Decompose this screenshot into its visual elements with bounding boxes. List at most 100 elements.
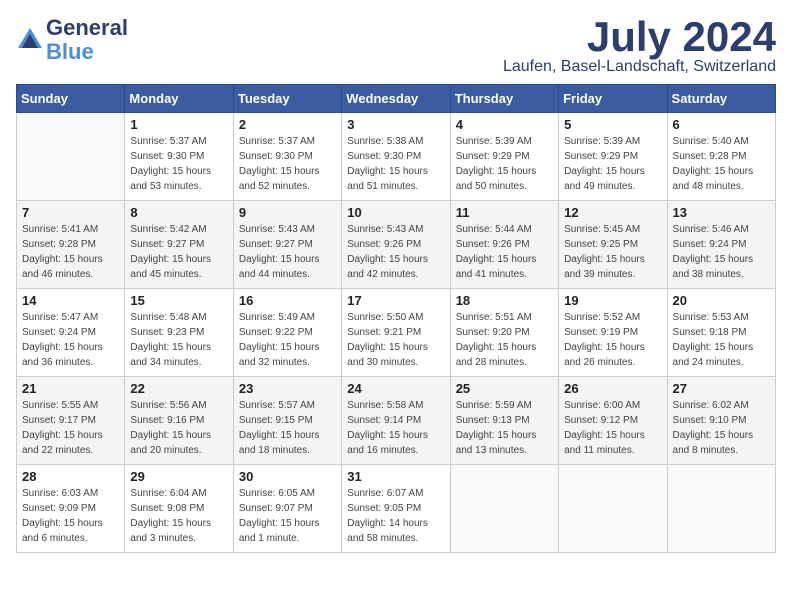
calendar-header-monday: Monday (125, 85, 233, 113)
calendar-header-wednesday: Wednesday (342, 85, 450, 113)
location-title: Laufen, Basel-Landschaft, Switzerland (503, 58, 776, 76)
day-info: Sunrise: 5:49 AM Sunset: 9:22 PM Dayligh… (239, 310, 336, 370)
day-number: 4 (456, 117, 553, 132)
calendar-cell (559, 465, 667, 553)
day-number: 8 (130, 205, 227, 220)
day-number: 28 (22, 469, 119, 484)
week-row-4: 21 Sunrise: 5:55 AM Sunset: 9:17 PM Dayli… (17, 377, 776, 465)
calendar-cell (667, 465, 775, 553)
logo: General Blue (16, 16, 128, 64)
day-info: Sunrise: 5:44 AM Sunset: 9:26 PM Dayligh… (456, 222, 553, 282)
day-info: Sunrise: 6:00 AM Sunset: 9:12 PM Dayligh… (564, 398, 661, 458)
calendar-header-saturday: Saturday (667, 85, 775, 113)
month-title: July 2024 (503, 16, 776, 58)
calendar-cell: 16 Sunrise: 5:49 AM Sunset: 9:22 PM Dayli… (233, 289, 341, 377)
week-row-3: 14 Sunrise: 5:47 AM Sunset: 9:24 PM Dayli… (17, 289, 776, 377)
calendar-cell: 4 Sunrise: 5:39 AM Sunset: 9:29 PM Daylig… (450, 113, 558, 201)
day-info: Sunrise: 6:04 AM Sunset: 9:08 PM Dayligh… (130, 486, 227, 546)
calendar-cell: 12Sunrise: 5:45 AM Sunset: 9:25 PM Dayli… (559, 201, 667, 289)
day-info: Sunrise: 6:05 AM Sunset: 9:07 PM Dayligh… (239, 486, 336, 546)
day-number: 1 (130, 117, 227, 132)
day-number: 19 (564, 293, 661, 308)
day-info: Sunrise: 5:41 AM Sunset: 9:28 PM Dayligh… (22, 222, 119, 282)
logo-blue-text: Blue (46, 39, 94, 64)
day-info: Sunrise: 6:07 AM Sunset: 9:05 PM Dayligh… (347, 486, 444, 546)
calendar-cell: 8Sunrise: 5:42 AM Sunset: 9:27 PM Daylig… (125, 201, 233, 289)
logo-icon (16, 26, 44, 54)
calendar-cell: 19 Sunrise: 5:52 AM Sunset: 9:19 PM Dayli… (559, 289, 667, 377)
day-info: Sunrise: 5:55 AM Sunset: 9:17 PM Dayligh… (22, 398, 119, 458)
calendar-cell: 29 Sunrise: 6:04 AM Sunset: 9:08 PM Dayli… (125, 465, 233, 553)
day-info: Sunrise: 5:59 AM Sunset: 9:13 PM Dayligh… (456, 398, 553, 458)
calendar-header-thursday: Thursday (450, 85, 558, 113)
day-number: 24 (347, 381, 444, 396)
calendar-cell: 1 Sunrise: 5:37 AM Sunset: 9:30 PM Daylig… (125, 113, 233, 201)
day-info: Sunrise: 5:43 AM Sunset: 9:27 PM Dayligh… (239, 222, 336, 282)
day-number: 2 (239, 117, 336, 132)
calendar-cell: 21 Sunrise: 5:55 AM Sunset: 9:17 PM Dayli… (17, 377, 125, 465)
calendar-header-row: SundayMondayTuesdayWednesdayThursdayFrid… (17, 85, 776, 113)
day-number: 13 (673, 205, 770, 220)
day-info: Sunrise: 5:40 AM Sunset: 9:28 PM Dayligh… (673, 134, 770, 194)
calendar-cell: 28 Sunrise: 6:03 AM Sunset: 9:09 PM Dayli… (17, 465, 125, 553)
day-info: Sunrise: 6:03 AM Sunset: 9:09 PM Dayligh… (22, 486, 119, 546)
day-info: Sunrise: 5:39 AM Sunset: 9:29 PM Dayligh… (564, 134, 661, 194)
day-number: 22 (130, 381, 227, 396)
logo-text: General Blue (46, 16, 128, 64)
day-info: Sunrise: 5:52 AM Sunset: 9:19 PM Dayligh… (564, 310, 661, 370)
calendar-header-friday: Friday (559, 85, 667, 113)
calendar-cell: 6 Sunrise: 5:40 AM Sunset: 9:28 PM Daylig… (667, 113, 775, 201)
day-info: Sunrise: 5:47 AM Sunset: 9:24 PM Dayligh… (22, 310, 119, 370)
calendar-cell: 25Sunrise: 5:59 AM Sunset: 9:13 PM Dayli… (450, 377, 558, 465)
calendar-cell: 22 Sunrise: 5:56 AM Sunset: 9:16 PM Dayli… (125, 377, 233, 465)
calendar-cell (450, 465, 558, 553)
day-number: 16 (239, 293, 336, 308)
day-number: 14 (22, 293, 119, 308)
page-header: General Blue July 2024 Laufen, Basel-Lan… (16, 16, 776, 76)
day-number: 15 (130, 293, 227, 308)
title-block: July 2024 Laufen, Basel-Landschaft, Swit… (503, 16, 776, 76)
day-info: Sunrise: 5:37 AM Sunset: 9:30 PM Dayligh… (239, 134, 336, 194)
calendar-cell: 13 Sunrise: 5:46 AM Sunset: 9:24 PM Dayli… (667, 201, 775, 289)
calendar-cell: 30 Sunrise: 6:05 AM Sunset: 9:07 PM Dayli… (233, 465, 341, 553)
calendar-cell: 23 Sunrise: 5:57 AM Sunset: 9:15 PM Dayli… (233, 377, 341, 465)
day-number: 27 (673, 381, 770, 396)
day-info: Sunrise: 5:57 AM Sunset: 9:15 PM Dayligh… (239, 398, 336, 458)
calendar-cell: 14 Sunrise: 5:47 AM Sunset: 9:24 PM Dayli… (17, 289, 125, 377)
day-info: Sunrise: 5:43 AM Sunset: 9:26 PM Dayligh… (347, 222, 444, 282)
calendar-cell: 31Sunrise: 6:07 AM Sunset: 9:05 PM Dayli… (342, 465, 450, 553)
calendar-cell: 5Sunrise: 5:39 AM Sunset: 9:29 PM Daylig… (559, 113, 667, 201)
day-number: 23 (239, 381, 336, 396)
day-number: 17 (347, 293, 444, 308)
day-number: 7 (22, 205, 119, 220)
calendar-cell: 9 Sunrise: 5:43 AM Sunset: 9:27 PM Daylig… (233, 201, 341, 289)
calendar-cell: 24Sunrise: 5:58 AM Sunset: 9:14 PM Dayli… (342, 377, 450, 465)
week-row-1: 1 Sunrise: 5:37 AM Sunset: 9:30 PM Daylig… (17, 113, 776, 201)
day-info: Sunrise: 5:37 AM Sunset: 9:30 PM Dayligh… (130, 134, 227, 194)
day-number: 9 (239, 205, 336, 220)
week-row-5: 28 Sunrise: 6:03 AM Sunset: 9:09 PM Dayli… (17, 465, 776, 553)
day-info: Sunrise: 6:02 AM Sunset: 9:10 PM Dayligh… (673, 398, 770, 458)
calendar-cell: 18Sunrise: 5:51 AM Sunset: 9:20 PM Dayli… (450, 289, 558, 377)
day-info: Sunrise: 5:46 AM Sunset: 9:24 PM Dayligh… (673, 222, 770, 282)
calendar-table: SundayMondayTuesdayWednesdayThursdayFrid… (16, 84, 776, 553)
calendar-cell: 7 Sunrise: 5:41 AM Sunset: 9:28 PM Daylig… (17, 201, 125, 289)
day-number: 21 (22, 381, 119, 396)
day-number: 29 (130, 469, 227, 484)
logo-general-text: General (46, 15, 128, 40)
day-info: Sunrise: 5:39 AM Sunset: 9:29 PM Dayligh… (456, 134, 553, 194)
calendar-cell: 10 Sunrise: 5:43 AM Sunset: 9:26 PM Dayli… (342, 201, 450, 289)
day-info: Sunrise: 5:56 AM Sunset: 9:16 PM Dayligh… (130, 398, 227, 458)
day-info: Sunrise: 5:50 AM Sunset: 9:21 PM Dayligh… (347, 310, 444, 370)
calendar-cell: 26Sunrise: 6:00 AM Sunset: 9:12 PM Dayli… (559, 377, 667, 465)
day-number: 30 (239, 469, 336, 484)
day-number: 18 (456, 293, 553, 308)
calendar-cell: 2 Sunrise: 5:37 AM Sunset: 9:30 PM Daylig… (233, 113, 341, 201)
calendar-cell: 11Sunrise: 5:44 AM Sunset: 9:26 PM Dayli… (450, 201, 558, 289)
calendar-header-sunday: Sunday (17, 85, 125, 113)
calendar-cell: 3Sunrise: 5:38 AM Sunset: 9:30 PM Daylig… (342, 113, 450, 201)
calendar-cell: 15Sunrise: 5:48 AM Sunset: 9:23 PM Dayli… (125, 289, 233, 377)
day-number: 6 (673, 117, 770, 132)
day-info: Sunrise: 5:53 AM Sunset: 9:18 PM Dayligh… (673, 310, 770, 370)
day-number: 10 (347, 205, 444, 220)
